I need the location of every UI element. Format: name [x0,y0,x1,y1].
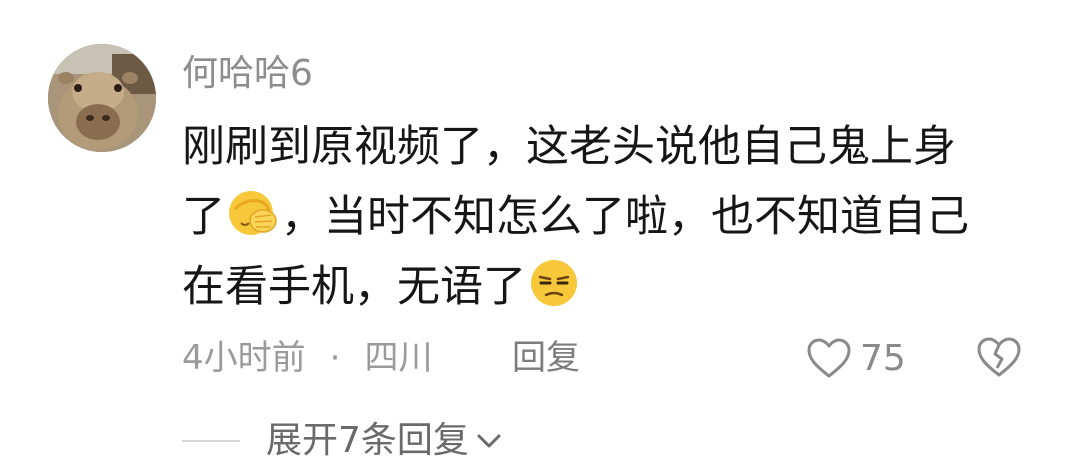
heart-icon [807,338,851,378]
comment-location: 四川 [364,338,433,378]
broken-heart-icon [977,337,1021,377]
comment-line-1: 刚刷到原视频了，这老头说他自己鬼上身 [182,122,956,172]
comment-text-fragment: 在看手机，无语了 [182,262,526,312]
comment-text: 刚刷到原视频了，这老头说他自己鬼上身 了 ，当时不知怎么了啦，也不知道自己 在看… [182,112,1042,322]
dislike-button[interactable] [974,334,1024,382]
unamused-face-emoji-icon [531,260,577,306]
comment-meta: 4小时前 · 四川 [182,334,432,382]
expand-replies-label: 展开7条回复 [266,420,469,461]
like-button[interactable]: 75 [806,332,906,384]
avatar[interactable] [48,44,156,152]
comment-screen: 何哈哈6 刚刷到原视频了，这老头说他自己鬼上身 了 ，当时不知怎么了啦，也不知道… [0,0,1080,470]
comment-text-fragment: 了 [182,192,225,242]
reply-button[interactable]: 回复 [512,334,580,382]
expand-replies-button[interactable]: 展开7条回复 [266,418,503,464]
username[interactable]: 何哈哈6 [182,52,313,96]
meta-separator: · [329,338,341,378]
camel-avatar-image [48,44,156,152]
comment-time: 4小时前 [182,338,306,378]
comment-line-3: 在看手机，无语了 [182,252,1042,322]
comment-line-2: 了 ，当时不知怎么了啦，也不知道自己 [182,182,1042,252]
like-count: 75 [860,337,906,379]
chevron-down-icon [477,434,501,448]
comment-text-fragment: ，当时不知怎么了啦，也不知道自己 [281,192,969,242]
replies-divider [182,440,240,442]
facepalm-emoji-icon [229,191,277,235]
